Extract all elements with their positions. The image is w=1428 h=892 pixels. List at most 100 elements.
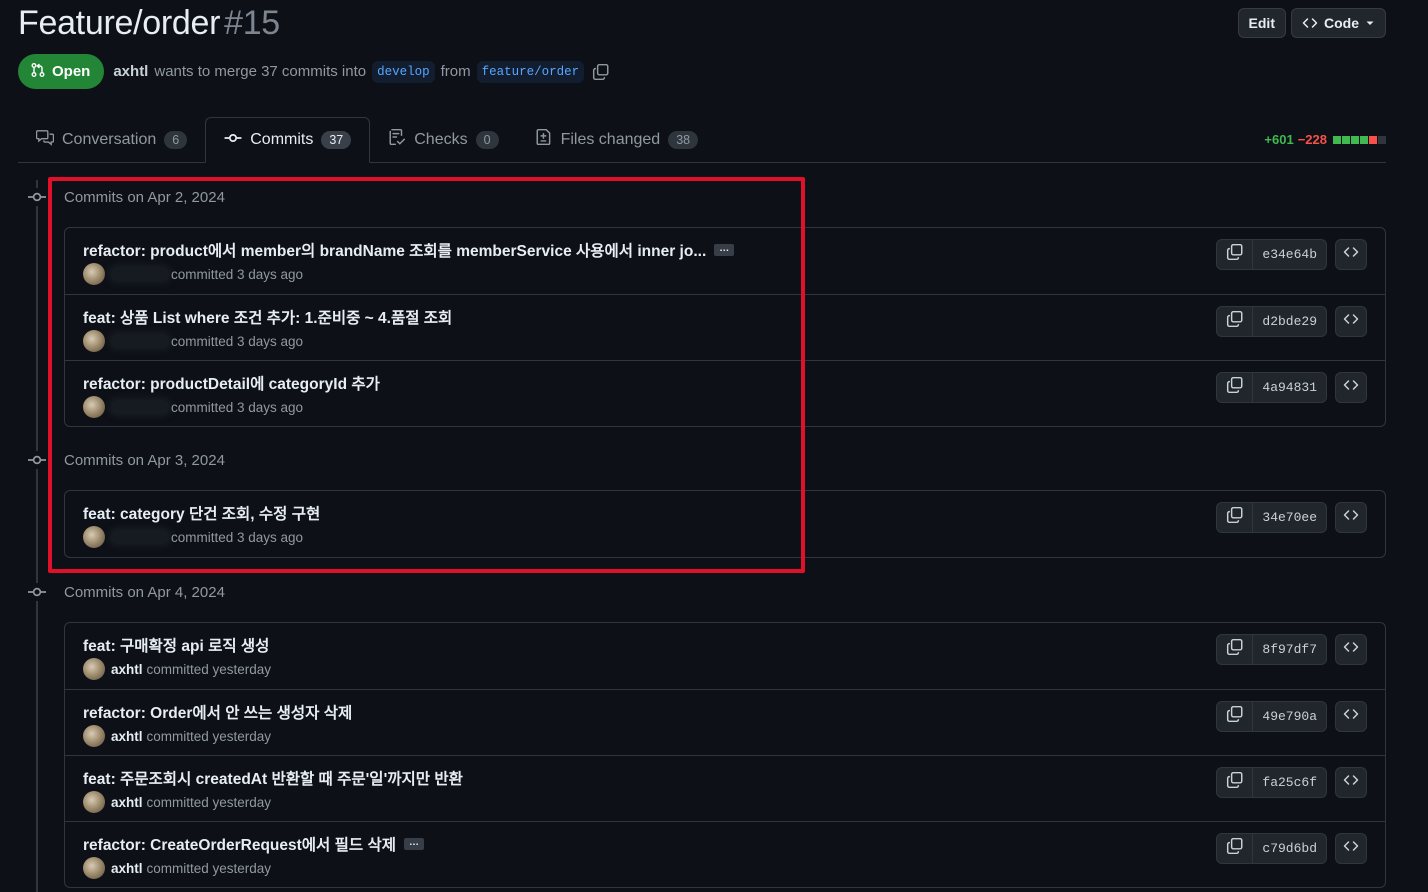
redacted-author <box>111 400 169 414</box>
tab-commits[interactable]: Commits 37 <box>205 117 371 163</box>
git-commit-icon <box>28 583 46 601</box>
base-branch[interactable]: develop <box>372 60 435 83</box>
timeline-line <box>36 180 38 892</box>
commit-message-link[interactable]: feat: 주문조회시 createdAt 반환할 때 주문'일'까지만 반환 <box>83 767 463 789</box>
commit-author-link[interactable]: axhtl <box>111 795 143 810</box>
pr-author-link[interactable]: axhtl <box>113 63 148 80</box>
commit-meta: axhtl committed yesterday <box>83 791 271 813</box>
avatar[interactable] <box>83 396 105 418</box>
pr-merge-info: axhtl wants to merge 37 commits into dev… <box>113 60 610 83</box>
avatar[interactable] <box>83 658 105 680</box>
git-commit-icon <box>28 188 46 206</box>
merge-text: wants to merge 37 commits into <box>154 63 367 80</box>
copy-sha-button[interactable] <box>1217 240 1254 269</box>
copy-sha-button[interactable] <box>1217 307 1254 336</box>
commit-meta: committed 3 days ago <box>83 263 303 285</box>
tab-conversation[interactable]: Conversation 6 <box>18 117 205 162</box>
tab-checks[interactable]: Checks 0 <box>370 117 516 162</box>
commit-row: feat: category 단건 조회, 수정 구현 committed 3 … <box>65 491 1385 557</box>
header-actions: Edit Code <box>1237 8 1386 38</box>
commit-sha-link[interactable]: 49e790a <box>1253 702 1326 731</box>
avatar[interactable] <box>83 857 105 879</box>
copy-icon <box>1226 506 1244 529</box>
commit-row: feat: 구매확정 api 로직 생성 axhtl committed yes… <box>65 623 1385 689</box>
commit-sha-link[interactable]: 34e70ee <box>1253 503 1326 532</box>
avatar[interactable] <box>83 330 105 352</box>
commit-message-link[interactable]: refactor: productDetail에 categoryId 추가 <box>83 372 380 394</box>
commit-author-link[interactable]: axhtl <box>111 662 143 677</box>
browse-repo-button[interactable] <box>1335 239 1367 270</box>
commit-message-link[interactable]: refactor: Order에서 안 쓰는 생성자 삭제 <box>83 701 352 723</box>
avatar[interactable] <box>83 725 105 747</box>
triangle-down-icon <box>1365 18 1375 28</box>
head-branch[interactable]: feature/order <box>476 60 585 83</box>
commit-sha-group: 8f97df7 <box>1216 634 1327 665</box>
commit-author-link[interactable]: axhtl <box>111 861 143 876</box>
code-button-label: Code <box>1324 15 1359 31</box>
pr-title: Feature/order #15 <box>18 4 280 43</box>
status-badge: Open <box>18 54 105 89</box>
copy-sha-button[interactable] <box>1217 834 1254 863</box>
commit-message-link[interactable]: feat: 구매확정 api 로직 생성 <box>83 634 269 656</box>
tab-conversation-count: 6 <box>164 130 188 149</box>
commit-row: refactor: CreateOrderRequest에서 필드 삭제 … ax… <box>65 821 1385 887</box>
tab-files-changed[interactable]: Files changed 38 <box>517 117 717 162</box>
browse-repo-button[interactable] <box>1335 502 1367 533</box>
avatar[interactable] <box>83 526 105 548</box>
copy-sha-button[interactable] <box>1217 503 1254 532</box>
browse-repo-button[interactable] <box>1335 767 1367 798</box>
commit-sha-group: 4a94831 <box>1216 372 1327 403</box>
copy-icon <box>1226 243 1244 266</box>
commit-sha-link[interactable]: d2bde29 <box>1253 307 1326 336</box>
copy-sha-button[interactable] <box>1217 635 1254 664</box>
browse-repo-button[interactable] <box>1335 701 1367 732</box>
browse-repo-button[interactable] <box>1335 833 1367 864</box>
commit-message-link[interactable]: feat: category 단건 조회, 수정 구현 <box>83 502 320 524</box>
copy-icon[interactable] <box>592 63 610 81</box>
commit-meta: committed 3 days ago <box>83 396 303 418</box>
commit-group-date: Commits on Apr 3, 2024 <box>64 451 225 469</box>
commit-sha-group: d2bde29 <box>1216 306 1327 337</box>
commit-author-link[interactable]: axhtl <box>111 729 143 744</box>
commit-sha-link[interactable]: fa25c6f <box>1253 768 1326 797</box>
commit-message-link[interactable]: refactor: CreateOrderRequest에서 필드 삭제 <box>83 833 396 855</box>
commit-message-link[interactable]: refactor: product에서 member의 brandName 조회… <box>83 239 706 261</box>
commit-list: feat: category 단건 조회, 수정 구현 committed 3 … <box>64 490 1386 558</box>
diffstat-additions: +601 <box>1264 132 1294 147</box>
commit-sha-group: 49e790a <box>1216 701 1327 732</box>
commit-row: refactor: productDetail에 categoryId 추가 c… <box>65 360 1385 426</box>
copy-icon <box>1226 771 1244 794</box>
code-icon <box>1343 838 1359 859</box>
code-icon <box>1343 507 1359 528</box>
code-icon <box>1343 311 1359 332</box>
expand-message-button[interactable]: … <box>714 244 735 256</box>
copy-sha-button[interactable] <box>1217 702 1254 731</box>
commit-sha-link[interactable]: 8f97df7 <box>1253 635 1326 664</box>
tab-commits-count: 37 <box>321 131 352 149</box>
avatar[interactable] <box>83 263 105 285</box>
browse-repo-button[interactable] <box>1335 634 1367 665</box>
avatar[interactable] <box>83 791 105 813</box>
code-icon <box>1343 244 1359 265</box>
browse-repo-button[interactable] <box>1335 306 1367 337</box>
commit-sha-link[interactable]: 4a94831 <box>1253 373 1326 402</box>
commit-row: refactor: Order에서 안 쓰는 생성자 삭제 axhtl comm… <box>65 689 1385 755</box>
edit-button[interactable]: Edit <box>1237 8 1286 38</box>
code-icon <box>1302 15 1318 31</box>
copy-sha-button[interactable] <box>1217 373 1254 402</box>
commit-actions: 34e70ee <box>1216 502 1367 533</box>
commit-time: committed 3 days ago <box>171 333 304 349</box>
commit-sha-link[interactable]: c79d6bd <box>1253 834 1326 863</box>
code-button[interactable]: Code <box>1291 8 1386 38</box>
commit-time: committed 3 days ago <box>171 266 304 282</box>
pr-state-row: Open axhtl wants to merge 37 commits int… <box>18 54 610 89</box>
browse-repo-button[interactable] <box>1335 372 1367 403</box>
copy-sha-button[interactable] <box>1217 768 1254 797</box>
copy-icon <box>1226 638 1244 661</box>
commit-sha-link[interactable]: e34e64b <box>1253 240 1326 269</box>
diffstat-block <box>1360 135 1368 144</box>
from-text: from <box>440 63 471 80</box>
commit-time: committed 3 days ago <box>171 399 304 415</box>
expand-message-button[interactable]: … <box>403 838 424 850</box>
commit-message-link[interactable]: feat: 상품 List where 조건 추가: 1.준비중 ~ 4.품절 … <box>83 306 452 328</box>
